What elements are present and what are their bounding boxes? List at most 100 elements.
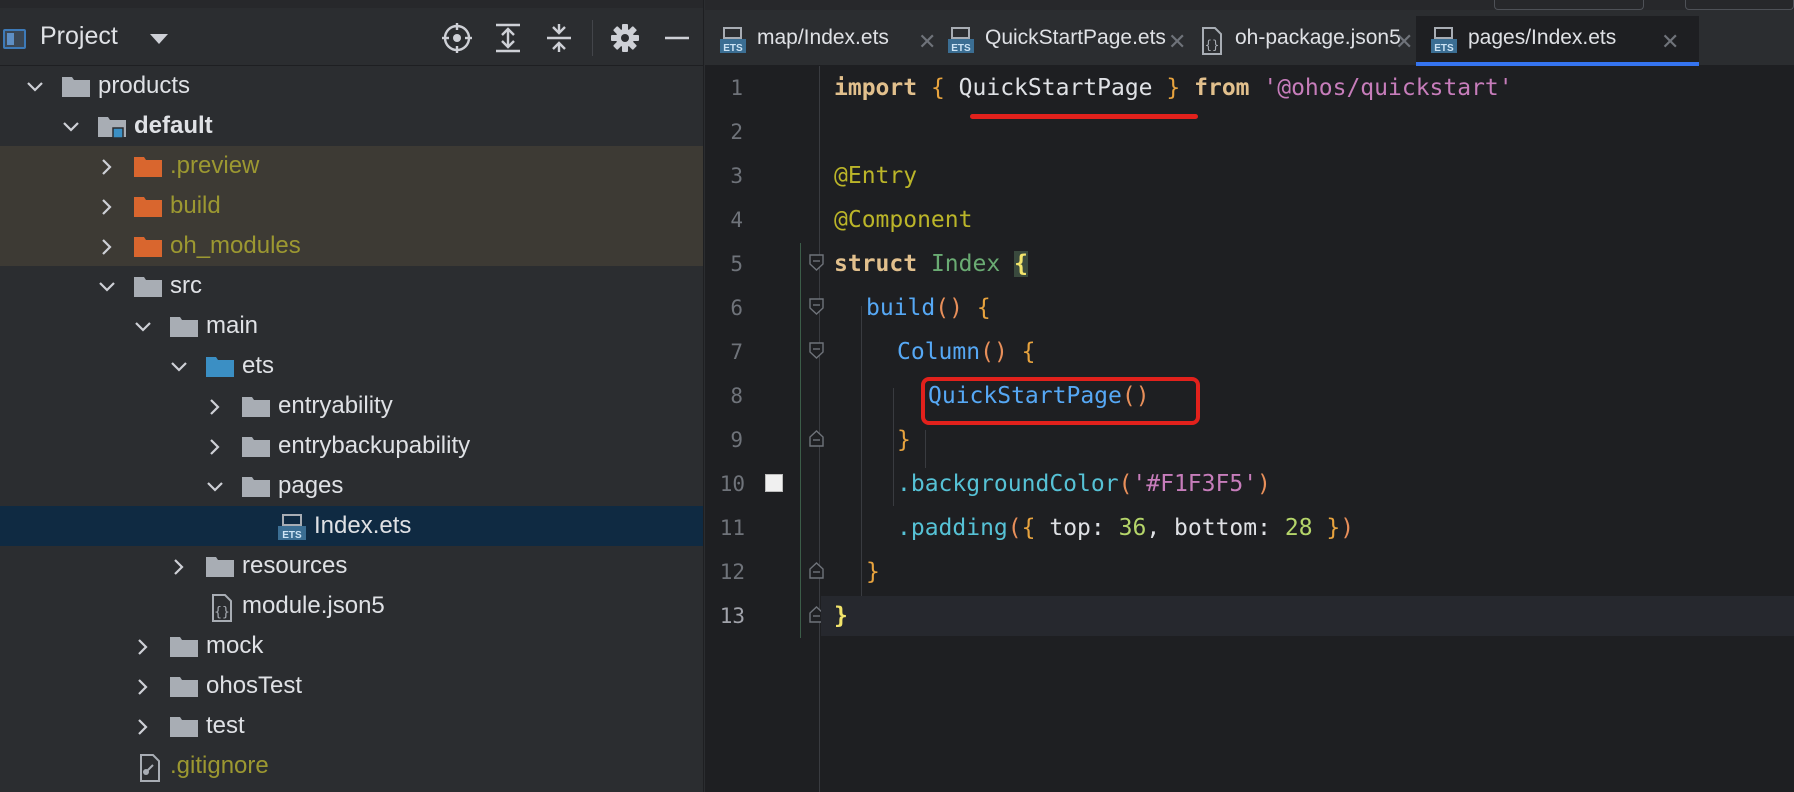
tree-item-mock[interactable]: mock	[0, 626, 703, 666]
code-area[interactable]: import { QuickStartPage } from '@ohos/qu…	[705, 66, 1794, 792]
indent-guide	[893, 388, 894, 506]
json-file-icon: {}	[1197, 27, 1225, 55]
tab-label: QuickStartPage.ets	[985, 26, 1166, 49]
collapse-all-icon[interactable]	[543, 22, 575, 54]
tree-item-label: resources	[242, 552, 348, 579]
ets-file-icon: ETS	[277, 514, 307, 541]
brace: {	[930, 75, 945, 101]
decorator: @Entry	[834, 163, 918, 189]
tree-item-label: src	[170, 272, 202, 299]
tree-item-src[interactable]: src	[0, 266, 703, 306]
chevron-down-icon[interactable]	[170, 358, 188, 376]
expand-all-icon[interactable]	[492, 22, 524, 54]
brace: }	[1326, 515, 1341, 541]
json-file-icon: {}	[205, 594, 235, 622]
tree-item-index-ets[interactable]: ETS Index.ets	[0, 506, 703, 546]
chevron-right-icon[interactable]	[170, 558, 188, 576]
parens: ()	[935, 295, 963, 321]
chevron-right-icon[interactable]	[98, 198, 116, 216]
keyword-from: from	[1194, 75, 1250, 101]
tree-item-build[interactable]: build	[0, 186, 703, 226]
folder-icon	[205, 554, 235, 577]
tab-oh-package-json5[interactable]: {} oh-package.json5 ✕	[1183, 16, 1416, 66]
struct-name: Index	[930, 251, 1001, 277]
parens: ()	[980, 339, 1008, 365]
annotation-box	[921, 377, 1200, 425]
color-string: '#F1F3F5'	[1132, 471, 1258, 497]
code-line-11: .padding({ top: 36, bottom: 28 })	[897, 508, 1354, 548]
close-icon[interactable]: ✕	[1395, 29, 1413, 55]
tree-item-label: oh_modules	[170, 232, 301, 259]
paren: )	[1257, 471, 1271, 497]
tab-label: pages/Index.ets	[1468, 26, 1617, 49]
number: 36	[1118, 515, 1147, 541]
gear-icon[interactable]	[609, 22, 641, 54]
tree-item-entryability[interactable]: entryability	[0, 386, 703, 426]
tree-item-label: main	[206, 312, 259, 339]
tab-quickstartpage-ets[interactable]: ETS QuickStartPage.ets ✕	[933, 16, 1186, 66]
svg-text:ETS: ETS	[723, 43, 743, 54]
folder-icon	[133, 234, 163, 257]
tree-item-label: .gitignore	[170, 752, 269, 779]
project-title[interactable]: Project	[40, 22, 118, 51]
tab-label: oh-package.json5	[1235, 26, 1401, 49]
matched-brace: {	[1014, 251, 1028, 277]
paren: (	[1007, 515, 1022, 541]
tab-label: map/Index.ets	[757, 26, 889, 49]
chevron-down-icon[interactable]	[62, 118, 80, 136]
tree-item-label: entryability	[278, 392, 393, 419]
code-line-1: import { QuickStartPage } from '@ohos/qu…	[834, 68, 1513, 108]
toolbar-button[interactable]	[1494, 0, 1644, 10]
import-name: QuickStartPage	[958, 75, 1153, 101]
chevron-down-icon[interactable]	[26, 78, 44, 96]
tree-item-default[interactable]: default	[0, 106, 703, 146]
brace: {	[1021, 515, 1036, 541]
tree-item-oh-modules[interactable]: oh_modules	[0, 226, 703, 266]
close-icon[interactable]: ✕	[1661, 29, 1679, 55]
chevron-down-icon[interactable]	[150, 34, 168, 44]
minimize-icon[interactable]	[661, 22, 693, 54]
chevron-right-icon[interactable]	[134, 678, 152, 696]
code-editor: ETS map/Index.ets ✕ ETS QuickStartPage.ets ✕{…	[705, 0, 1794, 792]
header-separator	[592, 20, 593, 56]
indent-guide	[925, 430, 926, 468]
tree-item-entrybackupability[interactable]: entrybackupability	[0, 426, 703, 466]
tree-item-label: ets	[242, 352, 275, 379]
tree-item-label: entrybackupability	[278, 432, 471, 459]
tab-pages-index-ets[interactable]: ETS pages/Index.ets ✕	[1416, 16, 1699, 66]
chevron-right-icon[interactable]	[206, 398, 224, 416]
paren: )	[1340, 515, 1355, 541]
ets-file-icon: ETS	[719, 27, 747, 55]
chevron-down-icon[interactable]	[206, 478, 224, 496]
chevron-right-icon[interactable]	[134, 718, 152, 736]
tree-item-main[interactable]: main	[0, 306, 703, 346]
svg-text:{}: {}	[1205, 38, 1219, 52]
brace: }	[897, 427, 911, 453]
keyword-import: import	[834, 75, 918, 101]
code-line-9: }	[897, 420, 911, 460]
chevron-right-icon[interactable]	[98, 238, 116, 256]
svg-text:ETS: ETS	[282, 530, 302, 541]
tree-item-gitignore[interactable]: .gitignore	[0, 746, 703, 786]
tree-item-label: module.json5	[242, 592, 385, 619]
tree-item-pages[interactable]: pages	[0, 466, 703, 506]
code-line-10: .backgroundColor('#F1F3F5')	[897, 464, 1271, 504]
tree-item-ohostest[interactable]: ohosTest	[0, 666, 703, 706]
tree-item-test[interactable]: test	[0, 706, 703, 746]
tree-item-products[interactable]: products	[0, 66, 703, 106]
tab-map-index-ets[interactable]: ETS map/Index.ets ✕	[705, 16, 936, 66]
chevron-down-icon[interactable]	[134, 318, 152, 336]
toolbar-button[interactable]	[1685, 0, 1794, 10]
chevron-right-icon[interactable]	[134, 638, 152, 656]
chevron-down-icon[interactable]	[98, 278, 116, 296]
chevron-right-icon[interactable]	[98, 158, 116, 176]
tree-item-resources[interactable]: resources	[0, 546, 703, 586]
paren: (	[1118, 471, 1133, 497]
decorator: @Component	[834, 207, 973, 233]
chevron-right-icon[interactable]	[206, 438, 224, 456]
tree-item-module-json5[interactable]: {} module.json5	[0, 586, 703, 626]
locate-icon[interactable]	[441, 22, 473, 54]
tree-item-ets[interactable]: ets	[0, 346, 703, 386]
svg-text:{}: {}	[214, 605, 230, 620]
tree-item-preview[interactable]: .preview	[0, 146, 703, 186]
